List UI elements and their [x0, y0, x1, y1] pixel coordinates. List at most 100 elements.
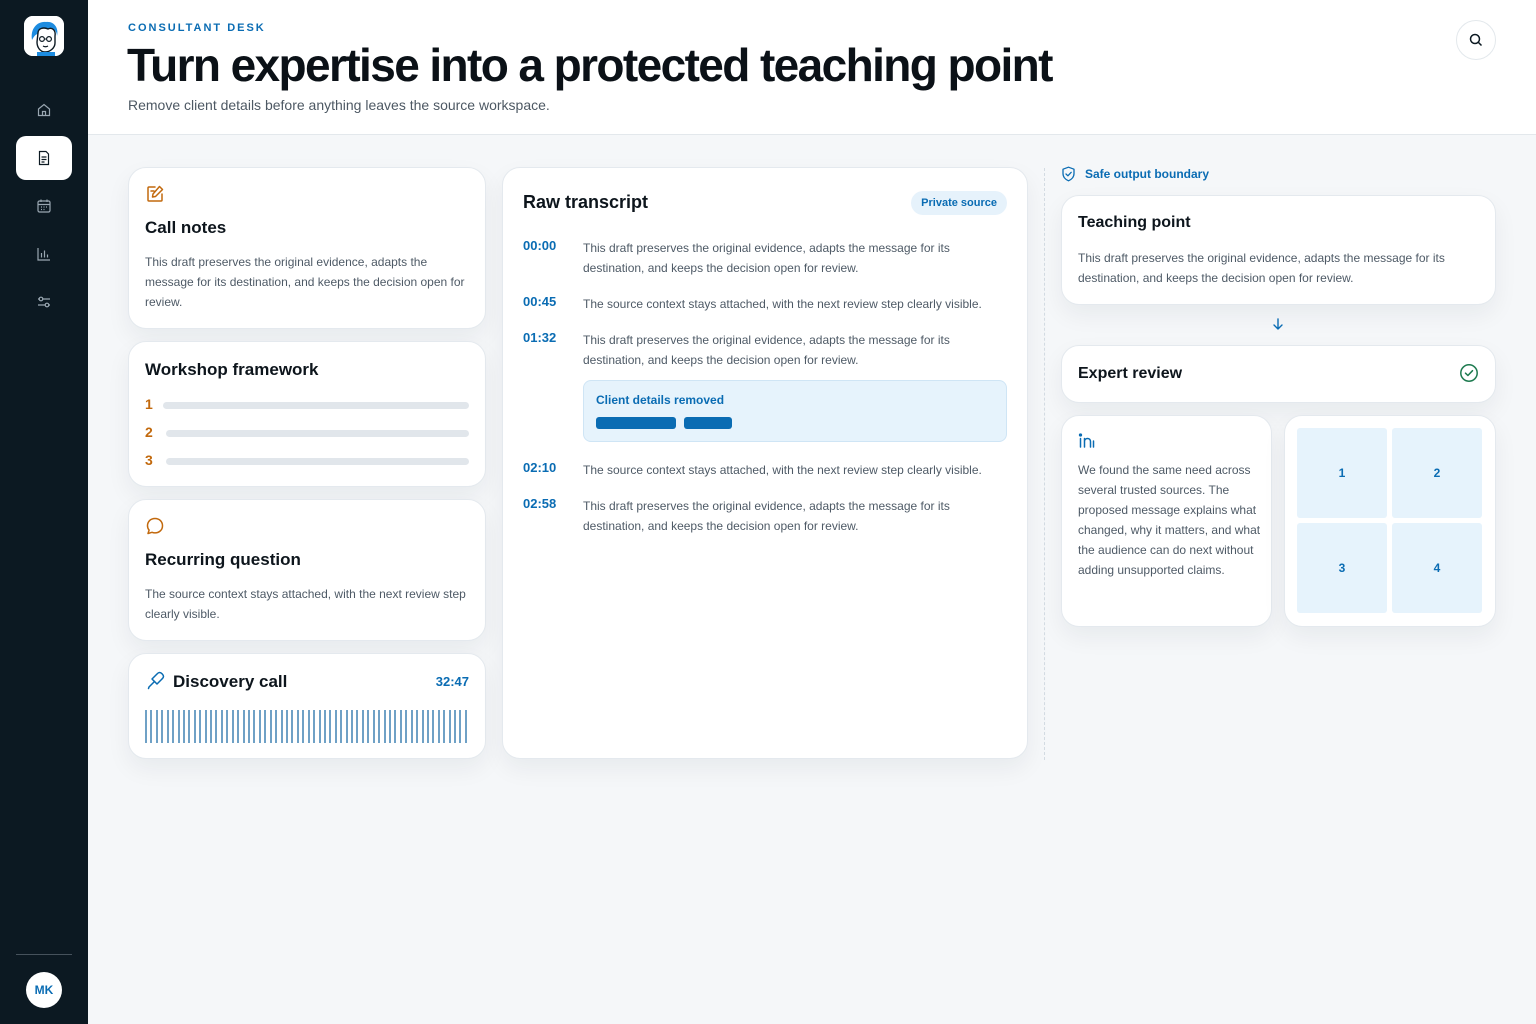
- waveform-bar: [351, 710, 354, 743]
- waveform-bar: [454, 710, 457, 743]
- waveform-bar: [464, 710, 467, 743]
- waveform-bar: [405, 710, 408, 743]
- waveform-bar: [323, 710, 326, 743]
- user-avatar[interactable]: MK: [26, 972, 62, 1008]
- linkedin-icon: [1078, 433, 1095, 448]
- framework-step: 3: [145, 452, 469, 472]
- safe-output-boundary: Safe output boundary: [1061, 166, 1209, 182]
- waveform-bar: [280, 710, 283, 743]
- teaching-point-body: This draft preserves the original eviden…: [1078, 251, 1445, 285]
- page-title: Turn expertise into a protected teaching…: [127, 39, 1053, 91]
- carousel-slide[interactable]: 3: [1297, 523, 1387, 613]
- waveform-bar: [215, 710, 218, 743]
- timestamp[interactable]: 00:45: [523, 294, 556, 309]
- expert-review-card[interactable]: Expert review: [1061, 345, 1496, 403]
- redaction-label: Client details removed: [596, 393, 725, 407]
- nav-home[interactable]: [16, 88, 72, 132]
- call-notes-card[interactable]: Call notes This draft preserves the orig…: [128, 167, 486, 329]
- arrow-down-icon: [1273, 318, 1283, 330]
- carousel-preview-card[interactable]: 1 2 3 4: [1284, 415, 1496, 627]
- waveform-bar: [145, 710, 147, 743]
- waveform-bar: [367, 710, 370, 743]
- waveform-bar: [378, 710, 381, 743]
- carousel-slide[interactable]: 1: [1297, 428, 1387, 518]
- workshop-title: Workshop framework: [145, 360, 319, 379]
- timestamp[interactable]: 02:58: [523, 496, 556, 511]
- step-placeholder-bar: [166, 430, 469, 437]
- transcript-title: Raw transcript: [523, 192, 649, 212]
- bar-chart-icon: [37, 248, 50, 261]
- waveform-bar: [285, 710, 288, 743]
- waveform-bar: [220, 710, 223, 743]
- step-placeholder-bar: [166, 458, 469, 465]
- app-logo[interactable]: [24, 16, 64, 56]
- linkedin-post-card[interactable]: We found the same need across several tr…: [1061, 415, 1272, 627]
- transcript-text: This draft preserves the original eviden…: [583, 499, 950, 533]
- transcript-text: The source context stays attached, with …: [583, 297, 982, 311]
- step-placeholder-bar: [163, 402, 469, 409]
- edit-note-icon: [145, 184, 165, 209]
- nav-documents[interactable]: [16, 136, 72, 180]
- private-source-badge: Private source: [911, 191, 1007, 215]
- waveform-bar: [172, 710, 175, 743]
- timestamp[interactable]: 00:00: [523, 238, 556, 253]
- waveform-bar: [318, 710, 321, 743]
- teaching-point-card[interactable]: Teaching point This draft preserves the …: [1061, 195, 1496, 305]
- waveform-bar: [177, 710, 180, 743]
- timestamp[interactable]: 01:32: [523, 330, 556, 345]
- waveform-bar: [356, 710, 359, 743]
- recurring-question-title: Recurring question: [145, 550, 301, 569]
- waveform-bar: [307, 710, 310, 743]
- carousel-slide[interactable]: 2: [1392, 428, 1482, 518]
- workshop-framework-card[interactable]: Workshop framework 1 2 3: [128, 341, 486, 487]
- calendar-icon: [37, 199, 51, 213]
- waveform-bar: [372, 710, 375, 743]
- boundary-label-text: Safe output boundary: [1085, 167, 1209, 181]
- waveform-bar: [421, 710, 424, 743]
- waveform-bar: [248, 710, 251, 743]
- call-notes-body: This draft preserves the original eviden…: [145, 255, 465, 309]
- search-icon: [1469, 33, 1483, 47]
- waveform-bar: [258, 710, 261, 743]
- expert-review-title: Expert review: [1078, 365, 1183, 382]
- search-button[interactable]: [1456, 20, 1496, 60]
- waveform-bar: [443, 710, 446, 743]
- nav-settings[interactable]: [16, 280, 72, 324]
- home-icon: [37, 103, 51, 117]
- sliders-icon: [38, 296, 50, 308]
- shield-check-icon: [1062, 166, 1075, 182]
- waveform-bar: [231, 710, 234, 743]
- nav-calendar[interactable]: [16, 184, 72, 228]
- page-header: CONSULTANT DESK Turn expertise into a pr…: [88, 0, 1536, 135]
- waveform-bar: [361, 710, 364, 743]
- nav-analytics[interactable]: [16, 232, 72, 276]
- waveform-bar: [410, 710, 413, 743]
- call-duration: 32:47: [435, 674, 469, 689]
- waveform-bar: [237, 710, 240, 743]
- waveform-bar: [269, 710, 272, 743]
- waveform-bar: [334, 710, 337, 743]
- waveform-bar: [340, 710, 343, 743]
- waveform-bar: [199, 710, 202, 743]
- document-icon: [38, 150, 50, 166]
- framework-step: 1: [145, 396, 469, 416]
- step-number: 2: [145, 424, 153, 440]
- waveform-bar: [426, 710, 429, 743]
- carousel-slide[interactable]: 4: [1392, 523, 1482, 613]
- timestamp[interactable]: 02:10: [523, 460, 556, 475]
- waveform-bar: [182, 710, 185, 743]
- audio-waveform[interactable]: [145, 710, 467, 743]
- waveform-bar: [204, 710, 207, 743]
- sidebar: MK: [0, 0, 88, 1024]
- waveform-bar: [166, 710, 169, 743]
- recurring-question-body: The source context stays attached, with …: [145, 587, 466, 621]
- microphone-icon: [146, 670, 166, 695]
- waveform-bar: [275, 710, 278, 743]
- waveform-bar: [448, 710, 451, 743]
- eyebrow-label: CONSULTANT DESK: [128, 22, 266, 34]
- step-number: 1: [145, 396, 153, 412]
- waveform-bar: [459, 710, 462, 743]
- recurring-question-card[interactable]: Recurring question The source context st…: [128, 499, 486, 641]
- redacted-block: [684, 417, 732, 429]
- discovery-call-card[interactable]: Discovery call 32:47: [128, 653, 486, 759]
